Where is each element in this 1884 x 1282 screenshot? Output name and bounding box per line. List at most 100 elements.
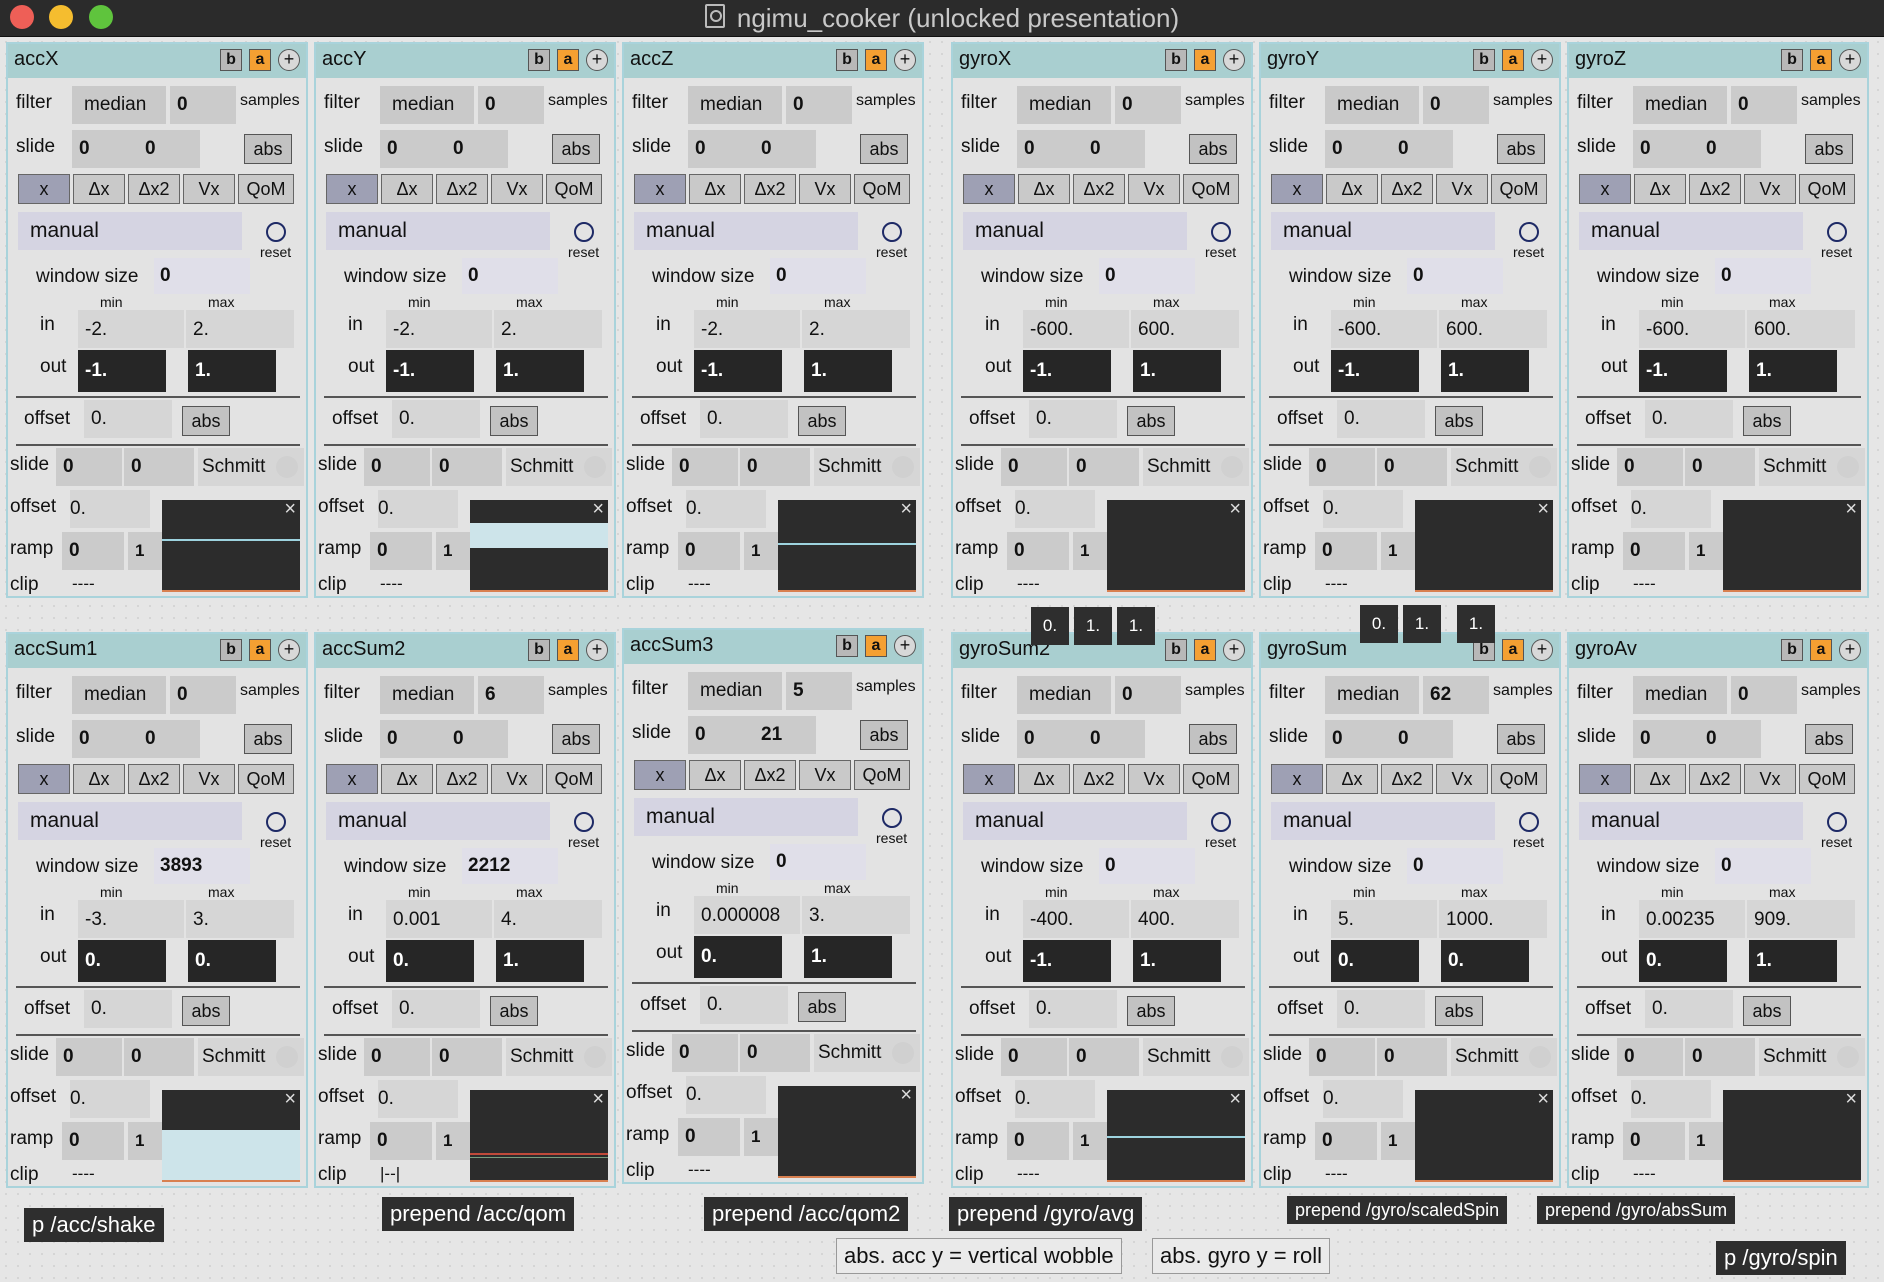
slide-up-number[interactable]: 0 bbox=[1017, 720, 1083, 758]
mode-vx-button[interactable]: Vx bbox=[491, 764, 543, 794]
in-max-number[interactable]: 2. bbox=[186, 310, 294, 348]
offset-abs-toggle[interactable]: abs bbox=[1127, 996, 1175, 1026]
filter-type-menu[interactable]: median bbox=[1633, 676, 1727, 714]
slide-down-number[interactable]: 0 bbox=[754, 130, 816, 168]
schmitt-slide-up-number[interactable]: 0 bbox=[672, 448, 738, 486]
in-min-number[interactable]: -3. bbox=[78, 900, 184, 938]
manual-mode-toggle[interactable]: manual bbox=[326, 212, 550, 250]
schmitt-offset-number[interactable]: 0. bbox=[1631, 490, 1711, 528]
prepend-gyro-avg-object[interactable]: prepend /gyro/avg bbox=[949, 1197, 1143, 1231]
slide-abs-toggle[interactable]: abs bbox=[1189, 724, 1237, 754]
offset-abs-toggle[interactable]: abs bbox=[490, 996, 538, 1026]
manual-mode-toggle[interactable]: manual bbox=[634, 798, 858, 836]
schmitt-slide-down-number[interactable]: 0 bbox=[1377, 448, 1447, 486]
filter-samples-number[interactable]: 0 bbox=[170, 676, 236, 714]
prepend-gyro-abssum-object[interactable]: prepend /gyro/absSum bbox=[1537, 1196, 1736, 1224]
ramp-min-number[interactable]: 0 bbox=[1623, 532, 1685, 570]
out-min-number[interactable]: 0. bbox=[1331, 940, 1419, 982]
ramp-min-number[interactable]: 0 bbox=[1007, 1122, 1069, 1160]
in-max-number[interactable]: 600. bbox=[1747, 310, 1855, 348]
slide-up-number[interactable]: 0 bbox=[688, 716, 754, 754]
mode-qom-button[interactable]: QoM bbox=[1491, 174, 1547, 204]
prepend-acc-qom2-object[interactable]: prepend /acc/qom2 bbox=[704, 1197, 909, 1231]
value-box[interactable]: 1. bbox=[1403, 605, 1441, 643]
manual-mode-toggle[interactable]: manual bbox=[963, 212, 1187, 250]
mode-dx-button[interactable]: Δx bbox=[381, 174, 433, 204]
reset-button[interactable] bbox=[266, 812, 286, 832]
mode-qom-button[interactable]: QoM bbox=[238, 174, 294, 204]
window-size-number[interactable]: 0 bbox=[770, 258, 866, 294]
a-button[interactable]: a bbox=[1502, 49, 1524, 71]
manual-mode-toggle[interactable]: manual bbox=[634, 212, 858, 250]
schmitt-slide-down-number[interactable]: 0 bbox=[1685, 1038, 1755, 1076]
schmitt-slide-down-number[interactable]: 0 bbox=[740, 1034, 810, 1072]
mode-qom-button[interactable]: QoM bbox=[1491, 764, 1547, 794]
offset-number[interactable]: 0. bbox=[1029, 990, 1117, 1028]
mode-vx-button[interactable]: Vx bbox=[183, 764, 235, 794]
reset-button[interactable] bbox=[1519, 222, 1539, 242]
offset-number[interactable]: 0. bbox=[392, 990, 480, 1028]
gyro-spin-object[interactable]: p /gyro/spin bbox=[1716, 1241, 1846, 1275]
ramp-min-number[interactable]: 0 bbox=[370, 532, 432, 570]
out-min-number[interactable]: 0. bbox=[386, 940, 474, 982]
manual-mode-toggle[interactable]: manual bbox=[1271, 802, 1495, 840]
mode-dx2-button[interactable]: Δx2 bbox=[1381, 174, 1433, 204]
filter-samples-number[interactable]: 0 bbox=[1115, 676, 1181, 714]
manual-mode-toggle[interactable]: manual bbox=[18, 212, 242, 250]
a-button[interactable]: a bbox=[1502, 639, 1524, 661]
plus-icon[interactable]: + bbox=[1531, 639, 1553, 661]
b-button[interactable]: b bbox=[1165, 49, 1187, 71]
in-min-number[interactable]: 0.000008 bbox=[694, 896, 800, 934]
out-max-number[interactable]: 1. bbox=[1749, 940, 1837, 982]
mode-qom-button[interactable]: QoM bbox=[238, 764, 294, 794]
offset-abs-toggle[interactable]: abs bbox=[798, 992, 846, 1022]
close-icon[interactable]: × bbox=[592, 500, 604, 521]
mode-vx-button[interactable]: Vx bbox=[491, 174, 543, 204]
in-max-number[interactable]: 600. bbox=[1131, 310, 1239, 348]
close-icon[interactable]: × bbox=[1845, 1090, 1857, 1111]
slide-up-number[interactable]: 0 bbox=[72, 130, 138, 168]
slide-up-number[interactable]: 0 bbox=[1633, 720, 1699, 758]
mode-qom-button[interactable]: QoM bbox=[854, 174, 910, 204]
window-size-number[interactable]: 0 bbox=[1099, 848, 1195, 884]
out-max-number[interactable]: 1. bbox=[804, 936, 892, 978]
in-min-number[interactable]: -400. bbox=[1023, 900, 1129, 938]
filter-samples-number[interactable]: 5 bbox=[786, 672, 852, 710]
b-button[interactable]: b bbox=[220, 49, 242, 71]
plus-icon[interactable]: + bbox=[586, 639, 608, 661]
mode-qom-button[interactable]: QoM bbox=[1799, 764, 1855, 794]
a-button[interactable]: a bbox=[865, 49, 887, 71]
b-button[interactable]: b bbox=[528, 49, 550, 71]
slide-abs-toggle[interactable]: abs bbox=[244, 724, 292, 754]
window-size-number[interactable]: 0 bbox=[1407, 848, 1503, 884]
reset-button[interactable] bbox=[266, 222, 286, 242]
close-icon[interactable]: × bbox=[1537, 1090, 1549, 1111]
filter-type-menu[interactable]: median bbox=[380, 86, 474, 124]
out-max-number[interactable]: 1. bbox=[496, 350, 584, 392]
offset-abs-toggle[interactable]: abs bbox=[1743, 996, 1791, 1026]
value-box[interactable]: 0. bbox=[1360, 605, 1398, 643]
out-max-number[interactable]: 1. bbox=[1441, 350, 1529, 392]
window-size-number[interactable]: 3893 bbox=[154, 848, 250, 884]
ramp-min-number[interactable]: 0 bbox=[1315, 532, 1377, 570]
plus-icon[interactable]: + bbox=[278, 49, 300, 71]
mode-dx2-button[interactable]: Δx2 bbox=[1689, 764, 1741, 794]
mode-qom-button[interactable]: QoM bbox=[546, 174, 602, 204]
a-button[interactable]: a bbox=[1810, 49, 1832, 71]
in-min-number[interactable]: 0.001 bbox=[386, 900, 492, 938]
mode-x-button[interactable]: x bbox=[326, 764, 378, 794]
slide-down-number[interactable]: 0 bbox=[138, 130, 200, 168]
mode-x-button[interactable]: x bbox=[1271, 174, 1323, 204]
ramp-min-number[interactable]: 0 bbox=[678, 532, 740, 570]
out-min-number[interactable]: -1. bbox=[1331, 350, 1419, 392]
window-size-number[interactable]: 0 bbox=[1715, 258, 1811, 294]
mode-vx-button[interactable]: Vx bbox=[1436, 174, 1488, 204]
close-icon[interactable]: × bbox=[1229, 500, 1241, 521]
filter-samples-number[interactable]: 0 bbox=[478, 86, 544, 124]
ramp-min-number[interactable]: 0 bbox=[1315, 1122, 1377, 1160]
out-min-number[interactable]: 0. bbox=[78, 940, 166, 982]
mode-vx-button[interactable]: Vx bbox=[183, 174, 235, 204]
b-button[interactable]: b bbox=[1781, 49, 1803, 71]
schmitt-slide-up-number[interactable]: 0 bbox=[364, 1038, 430, 1076]
slide-down-number[interactable]: 0 bbox=[1083, 720, 1145, 758]
